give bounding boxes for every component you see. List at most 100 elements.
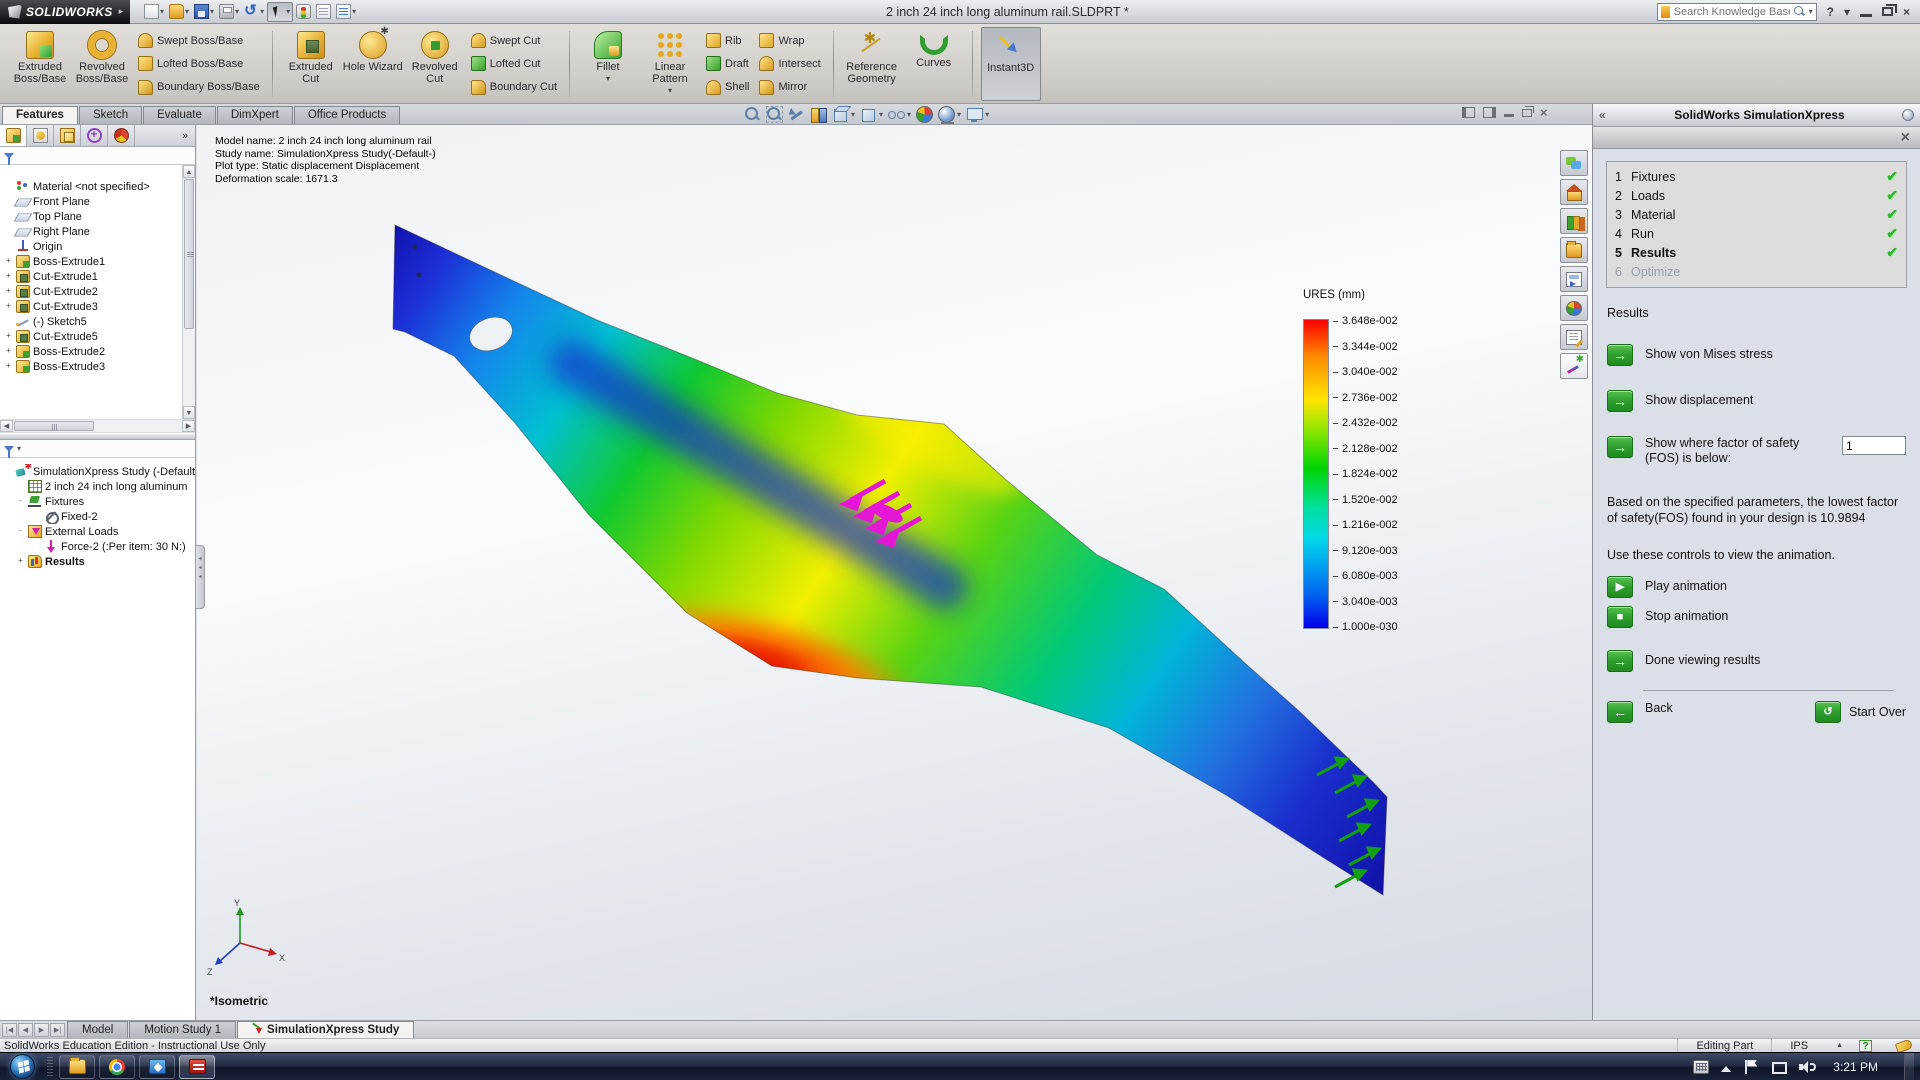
displaymanager-tab[interactable] bbox=[108, 125, 135, 146]
ribbon-button[interactable]: Mirror bbox=[755, 78, 824, 97]
ribbon-button[interactable]: Lofted Boss/Base bbox=[134, 54, 264, 73]
ribbon-button[interactable]: Revolved Cut bbox=[405, 27, 465, 101]
expand-toggle[interactable] bbox=[16, 482, 25, 491]
expand-toggle[interactable]: + bbox=[4, 302, 13, 311]
tree-item[interactable]: Right Plane bbox=[2, 224, 195, 239]
tree-horizontal-scrollbar[interactable]: ◀ ▶ bbox=[0, 420, 195, 433]
expand-toggle[interactable]: - bbox=[16, 527, 25, 536]
tree-item[interactable]: + Cut-Extrude3 bbox=[2, 299, 195, 314]
task-pane-tab[interactable] bbox=[1560, 266, 1588, 292]
ribbon-tab[interactable]: Features bbox=[2, 106, 78, 124]
arrow-right-icon[interactable]: → bbox=[1607, 344, 1633, 366]
search-icon[interactable] bbox=[1794, 6, 1805, 17]
dropdown-caret-icon[interactable]: ▾ bbox=[210, 7, 214, 16]
tree-vertical-scrollbar[interactable]: ▲ ▼ bbox=[182, 165, 195, 419]
tree-item[interactable]: - Fixtures bbox=[2, 494, 195, 509]
scroll-left-icon[interactable]: ◀ bbox=[0, 420, 13, 432]
quick-access-button[interactable] bbox=[294, 2, 313, 22]
ribbon-button[interactable]: Fillet ▾ bbox=[578, 27, 638, 101]
ribbon-button[interactable]: Shell bbox=[702, 78, 753, 97]
expand-toggle[interactable]: + bbox=[16, 557, 25, 566]
expand-toggle[interactable]: + bbox=[4, 362, 13, 371]
hud-button[interactable] bbox=[810, 106, 827, 123]
arrow-right-icon[interactable]: → bbox=[1607, 650, 1633, 672]
ribbon-button[interactable]: Lofted Cut bbox=[467, 54, 561, 73]
tag-icon[interactable] bbox=[1895, 1038, 1913, 1053]
hud-button[interactable]: ▾ bbox=[938, 106, 961, 123]
ribbon-button[interactable]: Extruded Cut bbox=[281, 27, 341, 101]
taskbar-app-button[interactable] bbox=[139, 1055, 175, 1079]
quick-access-button[interactable]: ▾ bbox=[217, 2, 241, 22]
taskbar-clock[interactable]: 3:21 PM bbox=[1827, 1060, 1892, 1074]
stop-icon[interactable]: ■ bbox=[1607, 606, 1633, 628]
panel-resize-grip[interactable] bbox=[196, 545, 205, 609]
ribbon-tab[interactable]: Office Products bbox=[294, 106, 400, 124]
document-tab[interactable]: Motion Study 1 bbox=[129, 1021, 236, 1038]
units-selector[interactable]: IPS bbox=[1771, 1039, 1826, 1052]
task-pane-tab[interactable] bbox=[1560, 150, 1588, 176]
wizard-step[interactable]: 1 Fixtures ✔ bbox=[1615, 167, 1898, 186]
expand-toggle[interactable] bbox=[32, 512, 41, 521]
hud-button[interactable] bbox=[744, 106, 761, 123]
dropdown-caret-icon[interactable]: ▾ bbox=[668, 86, 672, 95]
scroll-down-icon[interactable]: ▼ bbox=[183, 406, 195, 419]
panel-splitter[interactable] bbox=[0, 433, 195, 440]
tree-item[interactable]: + Cut-Extrude1 bbox=[2, 269, 195, 284]
play-icon[interactable]: ▶ bbox=[1607, 576, 1633, 598]
dropdown-caret-icon[interactable]: ▾ bbox=[606, 74, 610, 83]
tree-filter-bar[interactable] bbox=[0, 147, 195, 165]
ribbon-tab[interactable]: DimXpert bbox=[217, 106, 293, 124]
simulation-tree-filter-bar[interactable]: ▾ bbox=[0, 440, 195, 458]
hud-button[interactable]: ▾ bbox=[966, 106, 989, 123]
filter-caret-icon[interactable]: ▾ bbox=[17, 444, 21, 453]
ribbon-tab[interactable]: Evaluate bbox=[143, 106, 216, 124]
split-view-left-icon[interactable] bbox=[1462, 107, 1475, 118]
hud-button[interactable] bbox=[916, 106, 933, 123]
collapse-panel-icon[interactable]: « bbox=[1599, 108, 1617, 122]
document-restore-icon[interactable] bbox=[1522, 109, 1532, 117]
help-caret-icon[interactable]: ▾ bbox=[1844, 5, 1850, 19]
hud-button[interactable]: ▾ bbox=[832, 106, 855, 123]
start-button[interactable] bbox=[10, 1054, 35, 1079]
expand-toggle[interactable] bbox=[32, 542, 41, 551]
wizard-step[interactable]: 5 Results ✔ bbox=[1615, 243, 1898, 262]
scrollbar-thumb[interactable] bbox=[14, 421, 94, 431]
expand-toggle[interactable]: + bbox=[4, 257, 13, 266]
chevron-up-icon[interactable] bbox=[1721, 1066, 1731, 1072]
hud-button[interactable]: ▾ bbox=[888, 106, 911, 123]
ribbon-button[interactable]: Rib bbox=[702, 31, 753, 50]
task-pane-tab[interactable] bbox=[1560, 324, 1588, 350]
expand-toggle[interactable] bbox=[4, 212, 13, 221]
show-displacement-row[interactable]: → Show displacement bbox=[1607, 390, 1906, 412]
dropdown-caret-icon[interactable]: ▾ bbox=[286, 7, 290, 16]
expand-toggle[interactable]: + bbox=[4, 347, 13, 356]
tree-item[interactable]: + Boss-Extrude3 bbox=[2, 359, 195, 374]
help-button[interactable]: ? bbox=[1827, 5, 1834, 19]
dropdown-caret-icon[interactable]: ▾ bbox=[957, 110, 961, 119]
start-over-button[interactable]: ↺ Start Over bbox=[1815, 701, 1906, 723]
tree-item[interactable]: Fixed-2 bbox=[2, 509, 195, 524]
expand-toggle[interactable] bbox=[4, 197, 13, 206]
search-input[interactable] bbox=[1674, 6, 1790, 18]
document-tab[interactable]: Model bbox=[67, 1021, 128, 1038]
quick-access-button[interactable] bbox=[314, 2, 333, 22]
dropdown-caret-icon[interactable]: ▾ bbox=[985, 110, 989, 119]
last-tab-icon[interactable]: ▶| bbox=[50, 1023, 65, 1037]
task-pane-tab[interactable] bbox=[1560, 237, 1588, 263]
done-viewing-results-row[interactable]: → Done viewing results bbox=[1607, 650, 1906, 672]
dropdown-caret-icon[interactable]: ▾ bbox=[235, 7, 239, 16]
restart-icon[interactable]: ↺ bbox=[1815, 701, 1841, 723]
more-tabs-chevron-icon[interactable]: » bbox=[175, 125, 195, 146]
dropdown-caret-icon[interactable]: ▾ bbox=[352, 7, 356, 16]
tree-item[interactable]: + Boss-Extrude1 bbox=[2, 254, 195, 269]
dropdown-caret-icon[interactable]: ▾ bbox=[851, 110, 855, 119]
propertymanager-tab[interactable] bbox=[27, 125, 54, 146]
volume-icon[interactable] bbox=[1799, 1060, 1815, 1074]
knowledge-base-search[interactable]: ▾ bbox=[1657, 3, 1817, 21]
hud-button[interactable] bbox=[766, 106, 783, 123]
task-pane-tab[interactable] bbox=[1560, 179, 1588, 205]
ribbon-button[interactable]: Reference Geometry bbox=[842, 27, 902, 101]
quick-access-button[interactable]: ▾ bbox=[192, 2, 216, 22]
dropdown-caret-icon[interactable]: ▾ bbox=[160, 7, 164, 16]
ribbon-button[interactable]: Intersect bbox=[755, 54, 824, 73]
